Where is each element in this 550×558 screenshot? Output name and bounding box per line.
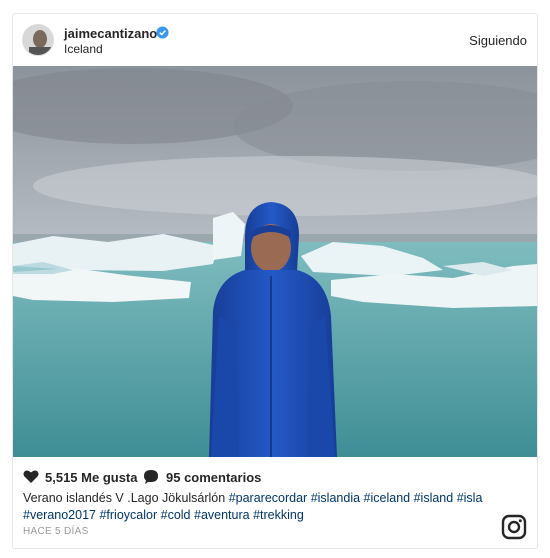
- post-actions: 5,515 Me gusta 95 comentarios: [13, 467, 537, 489]
- hashtag[interactable]: #trekking: [253, 508, 304, 522]
- location-link[interactable]: Iceland: [64, 42, 103, 56]
- avatar[interactable]: [22, 24, 54, 56]
- post-photo[interactable]: [13, 66, 537, 457]
- following-button[interactable]: Siguiendo: [469, 33, 527, 48]
- post-header: jaimecantizano Iceland Siguiendo: [13, 14, 537, 66]
- verified-badge-icon: [156, 26, 169, 39]
- heart-icon[interactable]: [23, 469, 39, 484]
- hashtag[interactable]: #iceland: [364, 491, 411, 505]
- comments-count[interactable]: 95 comentarios: [166, 470, 261, 485]
- comment-bubble-icon[interactable]: [143, 469, 159, 484]
- hashtag[interactable]: #isla: [457, 491, 483, 505]
- hashtag[interactable]: #island: [414, 491, 454, 505]
- instagram-post-card: jaimecantizano Iceland Siguiendo 5,515 M…: [12, 13, 538, 549]
- caption-text: Verano islandés V .Lago Jökulsárlón: [23, 491, 226, 505]
- hashtag[interactable]: #islandia: [311, 491, 360, 505]
- hashtag[interactable]: #pararecordar: [229, 491, 308, 505]
- username-link[interactable]: jaimecantizano: [64, 26, 157, 41]
- likes-count[interactable]: 5,515 Me gusta: [45, 470, 138, 485]
- hashtag[interactable]: #verano2017: [23, 508, 96, 522]
- post-timestamp[interactable]: HACE 5 DÍAS: [23, 526, 89, 537]
- hashtag[interactable]: #frioycalor: [99, 508, 157, 522]
- instagram-logo-icon[interactable]: [501, 514, 527, 540]
- hashtag[interactable]: #aventura: [194, 508, 250, 522]
- hashtag[interactable]: #cold: [161, 508, 191, 522]
- post-caption: Verano islandés V .Lago Jökulsárlón #par…: [23, 490, 513, 524]
